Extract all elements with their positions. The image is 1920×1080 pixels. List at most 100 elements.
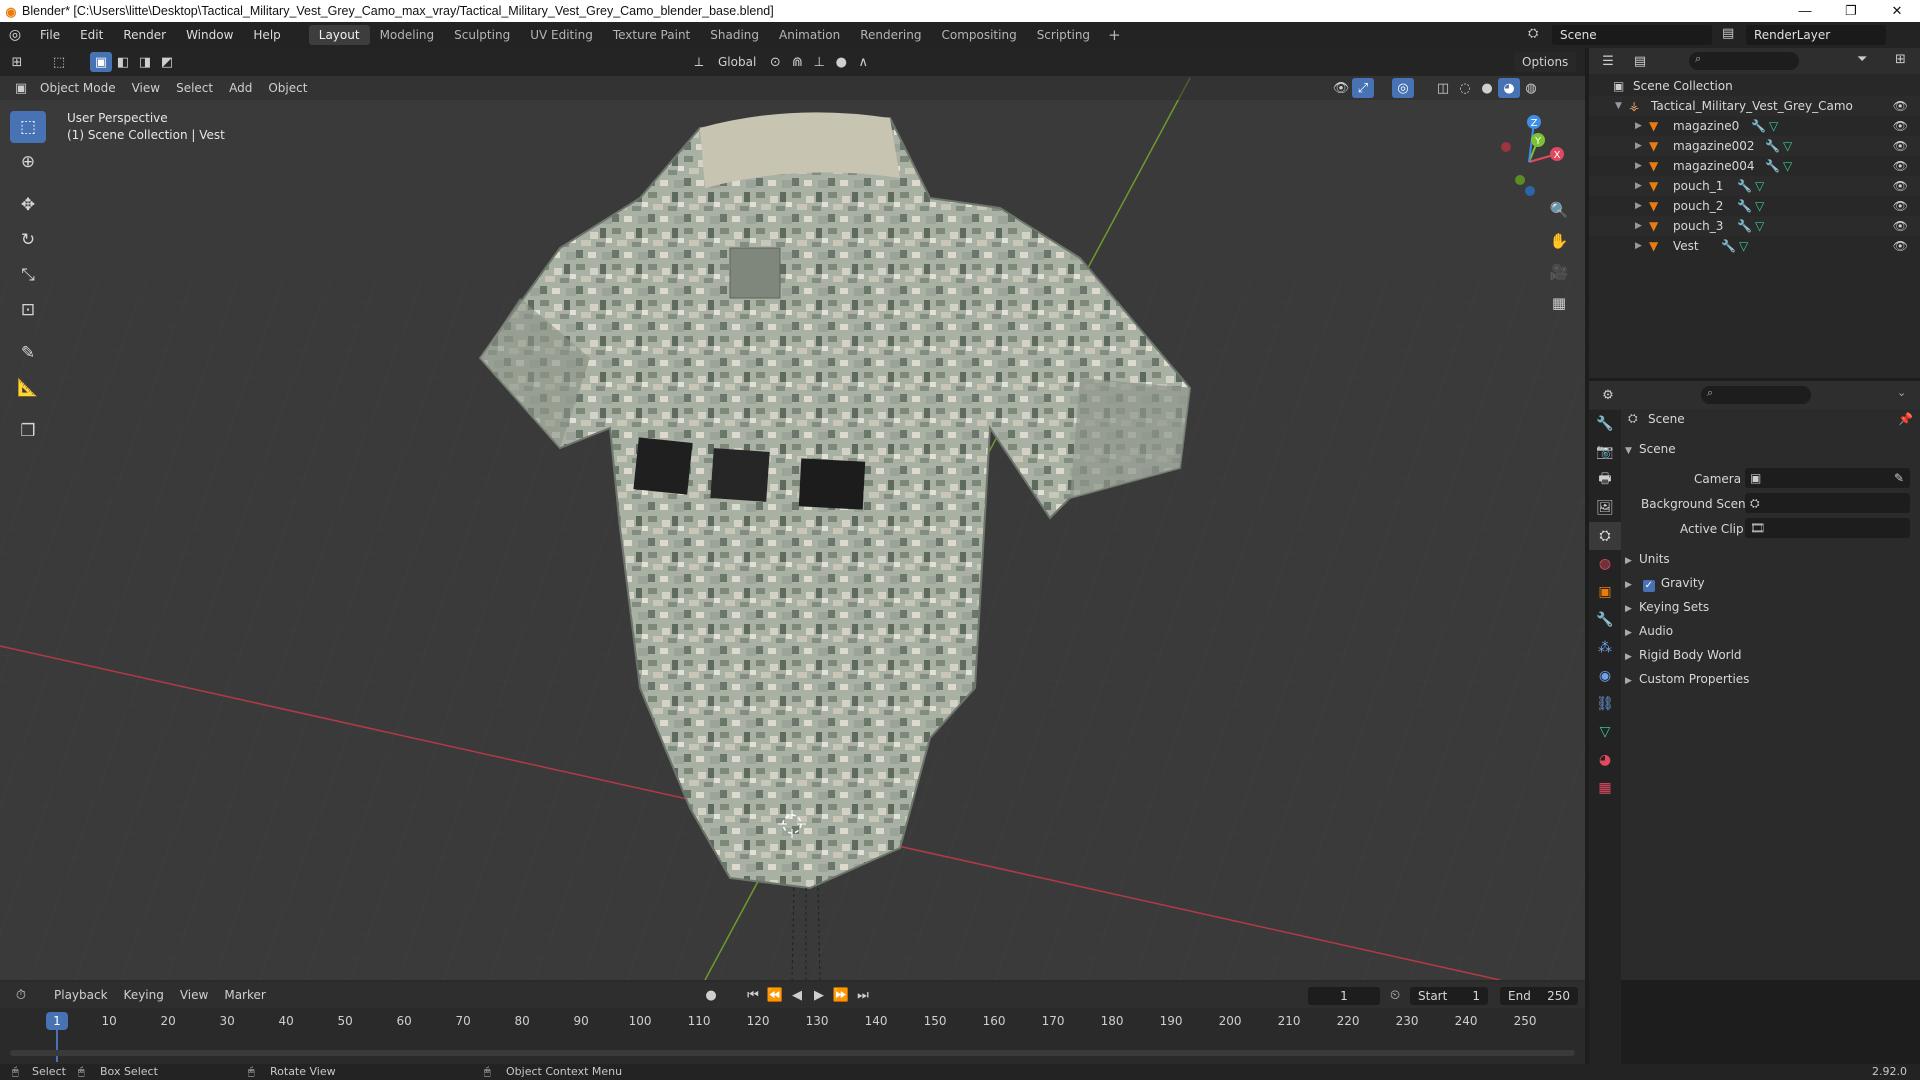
- menu-edit[interactable]: Edit: [70, 28, 113, 42]
- custom-properties-panel-header[interactable]: ▶ Custom Properties: [1625, 668, 1915, 690]
- camera-field[interactable]: [1745, 468, 1910, 488]
- scene-name-field[interactable]: Scene: [1552, 25, 1712, 45]
- expand-arrow-icon[interactable]: ▶: [1635, 216, 1642, 236]
- select-tool-icon[interactable]: ⬚: [48, 52, 70, 72]
- start-frame-field[interactable]: Start 1: [1410, 987, 1488, 1005]
- playhead[interactable]: 1: [46, 1012, 68, 1030]
- rotate-tool-icon[interactable]: ↻: [10, 224, 46, 256]
- gravity-panel-header[interactable]: ▶ ✓ Gravity: [1625, 572, 1915, 594]
- snap-target-icon[interactable]: ⊥: [808, 52, 830, 72]
- menu-select[interactable]: Select: [168, 78, 221, 98]
- jump-start-icon[interactable]: ⏮: [742, 985, 764, 1005]
- scale-tool-icon[interactable]: ⤡: [10, 259, 46, 291]
- zoom-icon[interactable]: 🔍: [1545, 196, 1573, 224]
- mesh-data-icon[interactable]: ▽: [1755, 196, 1764, 216]
- pivot-point-icon[interactable]: ⊙: [764, 52, 786, 72]
- visibility-icon[interactable]: 👁: [1330, 78, 1352, 98]
- outliner-object-row[interactable]: ▶ ▼ pouch_1 🔧 ▽ 👁: [1589, 176, 1920, 196]
- 3d-viewport[interactable]: [0, 48, 1585, 980]
- timeline-editor-icon[interactable]: ⏱: [10, 985, 32, 1005]
- outliner-editor-icon[interactable]: ☰: [1597, 51, 1619, 71]
- visibility-eye-icon[interactable]: 👁: [1893, 216, 1908, 236]
- ortho-grid-icon[interactable]: ▦: [1545, 289, 1573, 317]
- gizmo-toggle-icon[interactable]: ⤢: [1352, 78, 1374, 98]
- tab-layout[interactable]: Layout: [308, 25, 370, 45]
- modifier-tab-icon[interactable]: 🔧: [1589, 606, 1621, 634]
- menu-window[interactable]: Window: [176, 28, 243, 42]
- tab-texture-paint[interactable]: Texture Paint: [603, 25, 700, 45]
- falloff-icon[interactable]: ∧: [852, 52, 874, 72]
- visibility-eye-icon[interactable]: 👁: [1893, 236, 1908, 256]
- object-tab-icon[interactable]: ▣: [1589, 578, 1621, 606]
- navigation-gizmo[interactable]: X Y Z: [1484, 110, 1574, 200]
- expand-arrow-icon[interactable]: ▶: [1635, 176, 1642, 196]
- editor-type-icon[interactable]: ⊞: [6, 52, 28, 72]
- close-button[interactable]: ✕: [1874, 0, 1920, 22]
- annotate-tool-icon[interactable]: ✎: [10, 337, 46, 369]
- outliner-object-row[interactable]: ▶ ▼ magazine004 🔧 ▽ 👁: [1589, 156, 1920, 176]
- play-reverse-icon[interactable]: ◀: [786, 985, 808, 1005]
- preview-range-icon[interactable]: ⏲: [1390, 988, 1400, 1003]
- outliner-object-row[interactable]: ▶ ▼ magazine002 🔧 ▽ 👁: [1589, 136, 1920, 156]
- mesh-data-icon[interactable]: ▽: [1755, 216, 1764, 236]
- outliner-object-row[interactable]: ▶ ▼ pouch_3 🔧 ▽ 👁: [1589, 216, 1920, 236]
- menu-keying[interactable]: Keying: [116, 985, 172, 1005]
- tab-uv-editing[interactable]: UV Editing: [520, 25, 603, 45]
- tab-sculpting[interactable]: Sculpting: [444, 25, 520, 45]
- jump-keyframe-forward-icon[interactable]: ⏩: [830, 985, 852, 1005]
- world-tab-icon[interactable]: ◍: [1589, 550, 1621, 578]
- mesh-data-icon[interactable]: ▽: [1783, 136, 1792, 156]
- expand-arrow-icon[interactable]: ▶: [1635, 156, 1642, 176]
- blender-menu-icon[interactable]: ◎: [0, 27, 30, 43]
- menu-file[interactable]: File: [30, 28, 70, 42]
- gravity-checkbox[interactable]: ✓: [1642, 580, 1655, 592]
- xray-toggle-icon[interactable]: ◫: [1432, 78, 1454, 98]
- view-layer-tab-icon[interactable]: 🖼: [1589, 494, 1621, 522]
- modifier-wrench-icon[interactable]: 🔧: [1737, 216, 1752, 236]
- pan-hand-icon[interactable]: ✋: [1545, 227, 1573, 255]
- expand-arrow-icon[interactable]: ▶: [1635, 116, 1642, 136]
- visibility-eye-icon[interactable]: 👁: [1893, 196, 1908, 216]
- play-icon[interactable]: ▶: [808, 985, 830, 1005]
- menu-marker[interactable]: Marker: [216, 985, 273, 1005]
- properties-editor-icon[interactable]: ⚙: [1597, 385, 1619, 405]
- transform-orientation-icon[interactable]: ⟂: [688, 52, 710, 72]
- tab-animation[interactable]: Animation: [769, 25, 850, 45]
- outliner-object-row[interactable]: ▶ ▼ pouch_2 🔧 ▽ 👁: [1589, 196, 1920, 216]
- visibility-eye-icon[interactable]: 👁: [1893, 176, 1908, 196]
- modifier-wrench-icon[interactable]: 🔧: [1737, 196, 1752, 216]
- minimize-button[interactable]: —: [1782, 0, 1828, 22]
- maximize-button[interactable]: ❐: [1828, 0, 1874, 22]
- outliner-object-row[interactable]: ▶ ▼ Vest 🔧 ▽ 👁: [1589, 236, 1920, 256]
- outliner-root-row[interactable]: ▣ Scene Collection: [1589, 76, 1920, 96]
- constraints-tab-icon[interactable]: ⛓: [1589, 690, 1621, 718]
- transform-tool-icon[interactable]: ⊡: [10, 294, 46, 326]
- visibility-eye-icon[interactable]: 👁: [1893, 116, 1908, 136]
- select-mode-subtract-icon[interactable]: ◨: [134, 52, 156, 72]
- record-icon[interactable]: ●: [700, 985, 722, 1005]
- data-tab-icon[interactable]: ▽: [1589, 718, 1621, 746]
- modifier-wrench-icon[interactable]: 🔧: [1751, 116, 1766, 136]
- menu-render[interactable]: Render: [113, 28, 176, 42]
- physics-tab-icon[interactable]: ◉: [1589, 662, 1621, 690]
- select-box-tool-icon[interactable]: ⬚: [10, 111, 46, 143]
- collapse-arrow-icon[interactable]: ▼: [1615, 96, 1622, 116]
- gizmo-neg-y-axis[interactable]: [1515, 175, 1525, 185]
- visibility-eye-icon[interactable]: 👁: [1893, 156, 1908, 176]
- scene-tab-icon[interactable]: ⛭: [1589, 522, 1621, 550]
- modifier-wrench-icon[interactable]: 🔧: [1737, 176, 1752, 196]
- filter-icon[interactable]: ⏷: [1857, 52, 1867, 67]
- units-panel-header[interactable]: ▶ Units: [1625, 548, 1915, 570]
- tab-scripting[interactable]: Scripting: [1027, 25, 1100, 45]
- outliner-object-row[interactable]: ▶ ▼ magazine0 🔧 ▽ 👁: [1589, 116, 1920, 136]
- keying-sets-panel-header[interactable]: ▶ Keying Sets: [1625, 596, 1915, 618]
- outliner-search-input[interactable]: [1689, 52, 1799, 70]
- scene-selector-icon[interactable]: ⛭: [1528, 26, 1538, 41]
- mesh-data-icon[interactable]: ▽: [1783, 156, 1792, 176]
- jump-end-icon[interactable]: ⏭: [852, 985, 874, 1005]
- output-tab-icon[interactable]: 🖶: [1589, 466, 1621, 494]
- add-workspace-button[interactable]: +: [1100, 26, 1129, 44]
- mesh-data-icon[interactable]: ▽: [1769, 116, 1778, 136]
- overlay-toggle-icon[interactable]: ◎: [1392, 78, 1414, 98]
- tab-rendering[interactable]: Rendering: [850, 25, 931, 45]
